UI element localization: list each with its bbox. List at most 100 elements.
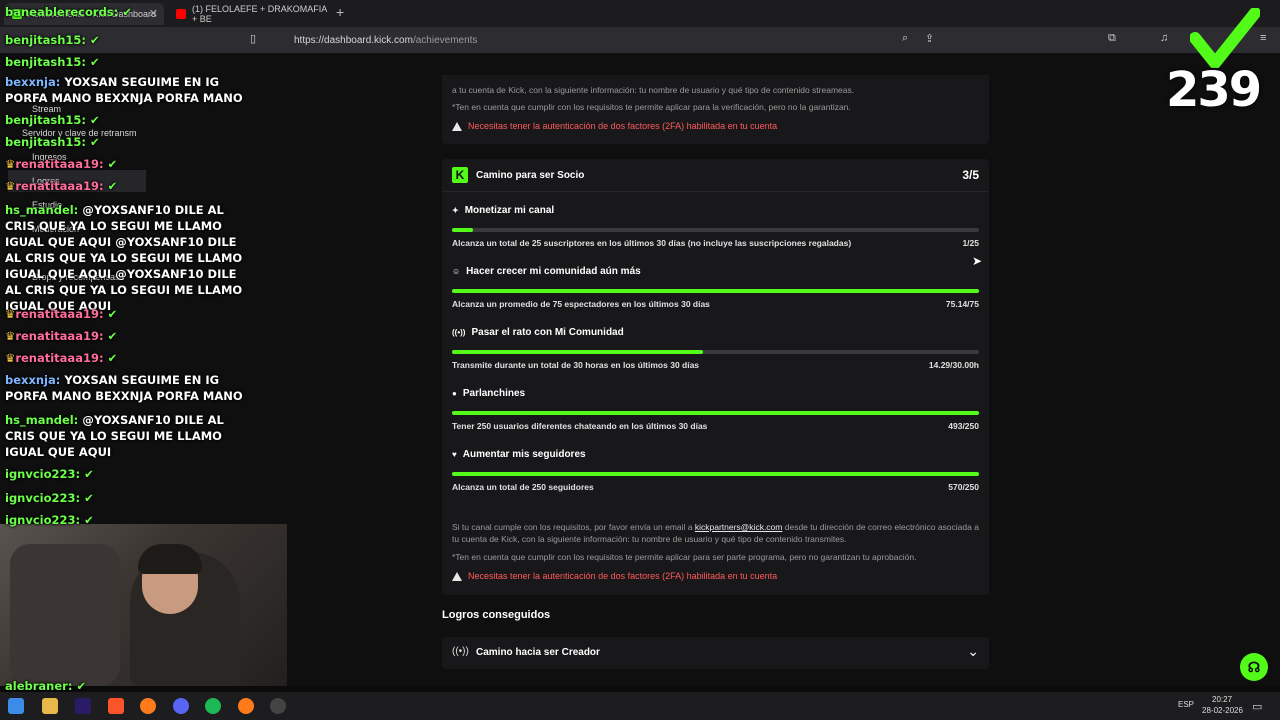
spotify-icon[interactable] bbox=[205, 698, 221, 714]
warning-icon bbox=[452, 121, 462, 131]
requirement-description-row: Alcanza un total de 250 seguidores 570/2… bbox=[452, 482, 979, 492]
bookmark-icon[interactable]: ▯ bbox=[250, 32, 256, 45]
chat-username[interactable]: ignvcio223: bbox=[5, 467, 80, 481]
requirement-value: 570/250 bbox=[948, 482, 979, 492]
chat-text: @YOXSANF10 DILE AL CRIS QUE YA LO SEGUI … bbox=[5, 203, 243, 313]
requirement-value: 75.14/75 bbox=[945, 299, 979, 309]
chat-message: benjitash15: ✔ bbox=[5, 134, 245, 150]
requirement-header: ✦ Monetizar mi canal bbox=[452, 205, 979, 216]
chat-username[interactable]: benjitash15: bbox=[5, 113, 86, 127]
kick-emote-icon: ✔ bbox=[107, 307, 118, 321]
language-indicator[interactable]: ESP bbox=[1178, 700, 1194, 709]
requirement-description: Alcanza un total de 25 suscriptores en l… bbox=[452, 238, 852, 248]
requirement-progress-fill bbox=[452, 350, 703, 354]
firefox-icon[interactable] bbox=[140, 698, 156, 714]
support-chat-button[interactable]: ☊ bbox=[1240, 653, 1268, 681]
requirement-progress-bar bbox=[452, 289, 979, 293]
partner-header: K Camino para ser Socio bbox=[452, 167, 584, 183]
menu-icon[interactable]: ≡ bbox=[1260, 32, 1266, 44]
chat-message: ignvcio223: ✔ bbox=[5, 466, 245, 482]
windows-start-icon[interactable] bbox=[8, 698, 24, 714]
chat-overlay: baneablerecords: ✔ benjitash15: ✔ benjitas… bbox=[0, 0, 250, 700]
chevron-down-icon[interactable]: ⌄ bbox=[967, 643, 979, 660]
partner-info: Si tu canal cumple con los requisitos, p… bbox=[452, 521, 982, 545]
partner-progress: 3/5 bbox=[962, 168, 979, 182]
chat-username[interactable]: alebraner: bbox=[5, 679, 72, 693]
requirement-description-row: Transmite durante un total de 30 horas e… bbox=[452, 360, 979, 370]
requirement-description: Transmite durante un total de 30 horas e… bbox=[452, 360, 700, 370]
requirement-description: Alcanza un total de 250 seguidores bbox=[452, 482, 594, 492]
requirement-description-row: Alcanza un total de 25 suscriptores en l… bbox=[452, 238, 979, 248]
chat-username[interactable]: renatitaaa19: bbox=[15, 351, 103, 365]
file-explorer-icon[interactable] bbox=[42, 698, 58, 714]
chat-username[interactable]: renatitaaa19: bbox=[15, 157, 103, 171]
chat-username[interactable]: hs_mandel: bbox=[5, 203, 78, 217]
chat-username[interactable]: benjitash15: bbox=[5, 55, 86, 69]
chat-message: benjitash15: ✔ bbox=[5, 54, 245, 70]
requirement-title: Pasar el rato con Mi Comunidad bbox=[471, 327, 624, 338]
crown-badge-icon: ♛ bbox=[5, 307, 16, 321]
warning-icon bbox=[452, 571, 462, 581]
divider bbox=[442, 191, 989, 192]
chat-username[interactable]: benjitash15: bbox=[5, 135, 86, 149]
requirement-description: Alcanza un promedio de 75 espectadores e… bbox=[452, 299, 710, 309]
requirement-progress-bar bbox=[452, 411, 979, 415]
chat-message: ignvcio223: ✔ bbox=[5, 512, 245, 528]
crown-badge-icon: ♛ bbox=[5, 351, 16, 365]
chat-username[interactable]: bexxnja: bbox=[5, 373, 60, 387]
achieved-item-creator[interactable]: ((•)) Camino hacia ser Creador ⌄ bbox=[442, 637, 989, 669]
kick-emote-icon: ✔ bbox=[107, 157, 118, 171]
achieved-heading: Logros conseguidos bbox=[442, 609, 551, 621]
kick-emote-icon: ✔ bbox=[76, 679, 87, 693]
requirement-description: Tener 250 usuarios diferentes chateando … bbox=[452, 421, 708, 431]
obs-icon[interactable] bbox=[270, 698, 286, 714]
requirement-item: ● Parlanchines Tener 250 usuarios difere… bbox=[452, 388, 979, 431]
kick-emote-icon: ✔ bbox=[107, 179, 118, 193]
url-path: /achievements bbox=[412, 34, 478, 46]
chat-username[interactable]: renatitaaa19: bbox=[15, 307, 103, 321]
requirement-value: 1/25 bbox=[962, 238, 979, 248]
requirement-progress-bar bbox=[452, 228, 979, 232]
partner-warning: Necesitas tener la autenticación de dos … bbox=[452, 571, 777, 581]
kick-emote-icon: ✔ bbox=[107, 329, 118, 343]
chat-message: ♛renatitaaa19: ✔ bbox=[5, 156, 245, 172]
chat-username[interactable]: ignvcio223: bbox=[5, 491, 80, 505]
requirement-progress-bar bbox=[452, 472, 979, 476]
share-icon[interactable]: ⇪ bbox=[925, 32, 934, 45]
verification-card: a tu cuenta de Kick, con la siguiente in… bbox=[442, 75, 989, 144]
chat-username[interactable]: renatitaaa19: bbox=[15, 179, 103, 193]
url-field[interactable]: https://dashboard.kick.com/achievements bbox=[272, 31, 992, 49]
notifications-icon[interactable]: ▭ bbox=[1252, 700, 1262, 713]
achieved-item-label: Camino hacia ser Creador bbox=[476, 647, 600, 658]
new-tab-button[interactable]: + bbox=[336, 4, 344, 20]
kick-emote-icon: ✔ bbox=[122, 5, 132, 19]
email-link[interactable]: kickpartners@kick.com bbox=[695, 522, 783, 532]
chat-message: baneablerecords: ✔ bbox=[5, 4, 245, 20]
chat-message: ♛renatitaaa19: ✔ bbox=[5, 350, 245, 366]
discord-icon[interactable] bbox=[173, 698, 189, 714]
requirement-item: ✦ Monetizar mi canal Alcanza un total de… bbox=[452, 205, 979, 248]
requirement-header: ● Parlanchines bbox=[452, 388, 979, 399]
requirement-description-row: Tener 250 usuarios diferentes chateando … bbox=[452, 421, 979, 431]
chat-message: benjitash15: ✔ bbox=[5, 112, 245, 128]
chat-username[interactable]: benjitash15: bbox=[5, 33, 86, 47]
requirement-title: Hacer crecer mi comunidad aún más bbox=[466, 266, 641, 277]
extensions-icon[interactable]: ⧉ bbox=[1108, 32, 1116, 45]
requirement-progress-fill bbox=[452, 289, 979, 293]
requirement-value: 493/250 bbox=[948, 421, 979, 431]
chat-username[interactable]: hs_mandel: bbox=[5, 413, 78, 427]
chat-username[interactable]: renatitaaa19: bbox=[15, 329, 103, 343]
media-icon[interactable]: ♫ bbox=[1160, 32, 1168, 44]
chat-message: ♛renatitaaa19: ✔ bbox=[5, 328, 245, 344]
requirement-item: ♥ Aumentar mis seguidores Alcanza un tot… bbox=[452, 449, 979, 492]
chat-username[interactable]: baneablerecords: bbox=[5, 5, 118, 19]
brave-icon[interactable] bbox=[108, 698, 124, 714]
firefox-icon[interactable] bbox=[238, 698, 254, 714]
warning-text: Necesitas tener la autenticación de dos … bbox=[468, 121, 778, 131]
chat-username[interactable]: ignvcio223: bbox=[5, 513, 80, 527]
premiere-icon[interactable] bbox=[75, 698, 91, 714]
info-prefix: Si tu canal cumple con los requisitos, p… bbox=[452, 522, 695, 532]
chat-username[interactable]: bexxnja: bbox=[5, 75, 60, 89]
requirement-progress-fill bbox=[452, 472, 979, 476]
zoom-icon[interactable]: ⌕ bbox=[902, 32, 908, 45]
